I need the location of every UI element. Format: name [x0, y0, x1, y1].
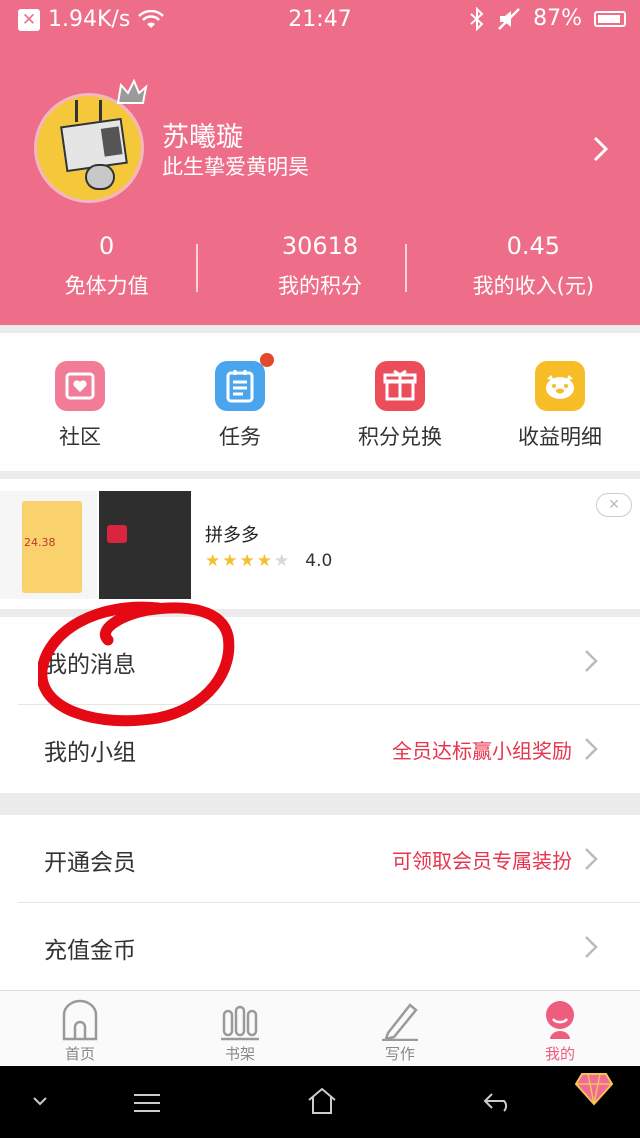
ad-close-button[interactable]: ✕: [596, 493, 632, 517]
ad-screenshot-1: 24.38: [0, 491, 97, 599]
ad-rating: ★ ★ ★ ★ ★ 4.0: [205, 551, 332, 571]
community-icon: [55, 361, 105, 411]
ad-screenshot-2: [99, 491, 191, 599]
chevron-right-icon: [585, 650, 598, 672]
stat-label: 我的收入(元): [472, 274, 595, 298]
menu-item-label: 我的小组: [44, 740, 136, 766]
tab-mine[interactable]: 我的: [480, 991, 640, 1066]
chevron-down-icon[interactable]: [32, 1096, 48, 1108]
stat-income[interactable]: 0.45 我的收入(元): [427, 232, 640, 312]
stat-divider: [196, 244, 198, 292]
profile-row[interactable]: 苏曦璇 此生挚爱黄明昊: [0, 75, 640, 225]
bottom-tab-bar: 首页 书架 写作 我的: [0, 990, 640, 1066]
status-bar: ✕ 1.94K/s 21:47 87%: [0, 0, 640, 42]
star-filled-icon: ★: [205, 551, 221, 571]
tab-label: 首页: [64, 1045, 95, 1063]
star-filled-icon: ★: [222, 551, 238, 571]
stat-divider: [405, 244, 407, 292]
home-nav-icon[interactable]: [306, 1086, 338, 1116]
task-clipboard-icon: [215, 361, 265, 411]
notification-dot: [260, 353, 274, 367]
tab-write[interactable]: 写作: [320, 991, 480, 1066]
tab-label: 书架: [224, 1045, 255, 1063]
bluetooth-icon: [470, 6, 484, 31]
gift-icon: [375, 361, 425, 411]
bookshelf-icon: [221, 1005, 259, 1041]
quick-community[interactable]: 社区: [0, 333, 160, 471]
user-signature: 此生挚爱黄明昊: [162, 155, 309, 179]
menu-item-hint: 全员达标赢小组奖励: [392, 739, 572, 763]
menu-item-label: 开通会员: [44, 850, 136, 876]
ad-app-name: 拼多多: [205, 525, 259, 546]
stat-label: 免体力值: [64, 274, 149, 298]
tab-label: 我的: [544, 1045, 575, 1063]
battery-icon: [594, 10, 626, 27]
menu-item-messages[interactable]: 我的消息: [18, 617, 640, 705]
crown-icon: [116, 79, 148, 104]
profile-icon: [546, 1001, 574, 1039]
menu-item-hint: 可领取会员专属装扮: [392, 849, 572, 873]
quick-label: 任务: [219, 425, 261, 449]
tab-home[interactable]: 首页: [0, 991, 160, 1066]
stat-value: 0: [99, 232, 115, 260]
chevron-right-icon[interactable]: [592, 135, 610, 163]
quick-label: 积分兑换: [358, 425, 442, 449]
menu-item-recharge[interactable]: 充值金币: [18, 903, 640, 991]
profile-header: ✕ 1.94K/s 21:47 87% 苏曦璇 此生挚爱黄明昊 0 免体力值 3…: [0, 0, 640, 325]
stat-stamina[interactable]: 0 免体力值: [0, 232, 213, 312]
home-icon: [62, 999, 98, 1041]
avatar[interactable]: [34, 93, 144, 203]
system-nav-bar: [0, 1066, 640, 1138]
quick-actions: 社区 任务 积分兑换 收益明细: [0, 333, 640, 471]
stat-value: 30618: [281, 232, 359, 260]
stat-label: 我的积分: [277, 274, 362, 298]
diamond-icon: [574, 1073, 614, 1106]
menu-item-label: 我的消息: [44, 652, 136, 678]
quick-label: 社区: [59, 425, 101, 449]
star-filled-icon: ★: [239, 551, 255, 571]
menu-group-membership: 开通会员 可领取会员专属装扮 充值金币: [0, 815, 640, 991]
pen-icon: [382, 1003, 418, 1041]
tab-label: 写作: [384, 1045, 415, 1063]
ad-rating-value: 4.0: [305, 551, 333, 571]
back-icon[interactable]: [482, 1090, 514, 1114]
pinduoduo-logo-icon: [107, 525, 127, 543]
username: 苏曦璇: [162, 122, 243, 153]
ad-amount: 24.38: [24, 536, 56, 549]
menu-icon[interactable]: [132, 1092, 162, 1114]
chevron-right-icon: [585, 936, 598, 958]
ad-banner[interactable]: 24.38 拼多多 ★ ★ ★ ★ ★ 4.0 ✕: [0, 479, 640, 609]
tab-bookshelf[interactable]: 书架: [160, 991, 320, 1066]
status-right: 87%: [469, 6, 626, 31]
menu-group-messages: 我的消息 我的小组 全员达标赢小组奖励: [0, 617, 640, 793]
quick-income-details[interactable]: 收益明细: [480, 333, 640, 471]
stat-points[interactable]: 30618 我的积分: [213, 232, 426, 312]
mute-icon: [498, 7, 520, 30]
menu-item-membership[interactable]: 开通会员 可领取会员专属装扮: [18, 815, 640, 903]
stat-value: 0.45: [506, 232, 561, 260]
screen: ✕ 1.94K/s 21:47 87% 苏曦璇 此生挚爱黄明昊 0 免体力值 3…: [0, 0, 640, 1138]
piggy-bank-icon: [535, 361, 585, 411]
star-filled-icon: ★: [256, 551, 272, 571]
avatar-hand-image: [85, 164, 115, 190]
quick-tasks[interactable]: 任务: [160, 333, 320, 471]
battery-percent: 87%: [533, 6, 582, 31]
chevron-right-icon: [585, 738, 598, 760]
quick-label: 收益明细: [518, 425, 602, 449]
menu-item-my-group[interactable]: 我的小组 全员达标赢小组奖励: [18, 705, 640, 793]
avatar-antenna: [99, 100, 102, 122]
menu-item-label: 充值金币: [44, 938, 136, 964]
chevron-right-icon: [585, 848, 598, 870]
avatar-antenna: [75, 100, 78, 122]
stats-row: 0 免体力值 30618 我的积分 0.45 我的收入(元): [0, 232, 640, 312]
star-empty-icon: ★: [274, 551, 290, 571]
quick-points-exchange[interactable]: 积分兑换: [320, 333, 480, 471]
